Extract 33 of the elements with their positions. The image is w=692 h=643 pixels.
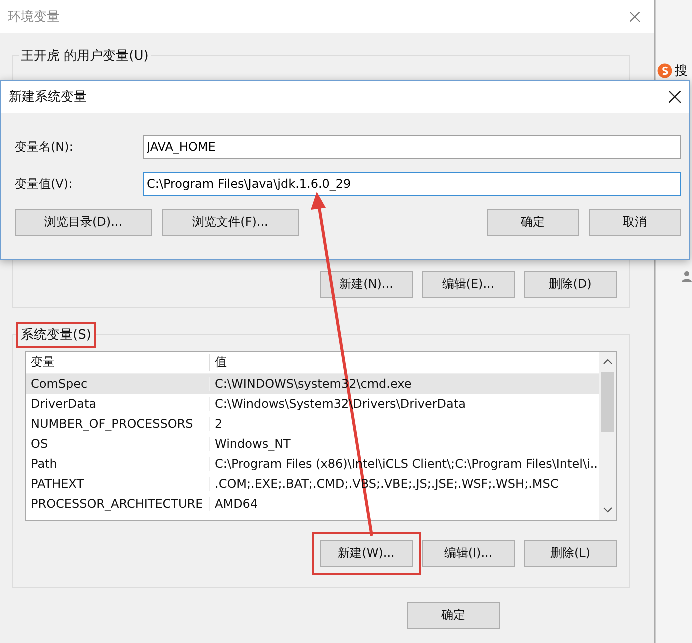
variable-name: PROCESSOR_ARCHITECTURE xyxy=(30,497,204,511)
input-field[interactable]: C:\Program Files\Java\jdk.1.6.0_29 xyxy=(143,172,681,196)
app-text: 搜 xyxy=(675,63,688,80)
variable-name: OS xyxy=(30,437,50,451)
ok-button[interactable]: 确定 xyxy=(407,602,500,629)
variable-name: ComSpec xyxy=(30,377,89,391)
variable-name: PATHEXT xyxy=(30,477,86,491)
dialog-title: 新建系统变量 xyxy=(9,89,87,106)
scroll-down-icon[interactable] xyxy=(602,507,612,513)
variable-name: Path xyxy=(30,457,58,471)
close-icon[interactable] xyxy=(669,91,681,103)
user-variable-button[interactable]: 编辑(E)... xyxy=(422,271,515,298)
user-variable-button[interactable]: 新建(N)... xyxy=(320,271,413,298)
s-logo-icon[interactable] xyxy=(657,63,673,79)
group-label: 王开虎 的用户变量(U) xyxy=(19,47,151,65)
dialog-button[interactable]: 取消 xyxy=(589,209,681,236)
column-header[interactable]: 变量 xyxy=(26,354,209,371)
user-variable-button[interactable]: 删除(D) xyxy=(524,271,617,298)
group-label: 系统变量(S) xyxy=(21,328,92,343)
browse-button[interactable]: 浏览目录(D)... xyxy=(15,209,152,236)
window-title: 环境变量 xyxy=(8,8,60,26)
variable-name: DriverData xyxy=(30,397,98,411)
person-icon xyxy=(682,270,692,283)
scrollbar[interactable] xyxy=(599,352,616,520)
field-label: 变量值(V): xyxy=(15,176,74,192)
system-variable-button[interactable]: 删除(L) xyxy=(524,540,617,567)
browse-button[interactable]: 浏览文件(F)... xyxy=(162,209,299,236)
system-variable-button[interactable]: 编辑(I)... xyxy=(422,540,515,567)
dialog-button[interactable]: 确定 xyxy=(487,209,579,236)
scroll-up-icon[interactable] xyxy=(602,359,612,365)
field-label: 变量名(N): xyxy=(15,138,74,156)
system-variable-button[interactable]: 新建(W)... xyxy=(320,540,413,567)
variable-name: NUMBER_OF_PROCESSORS xyxy=(30,417,194,431)
